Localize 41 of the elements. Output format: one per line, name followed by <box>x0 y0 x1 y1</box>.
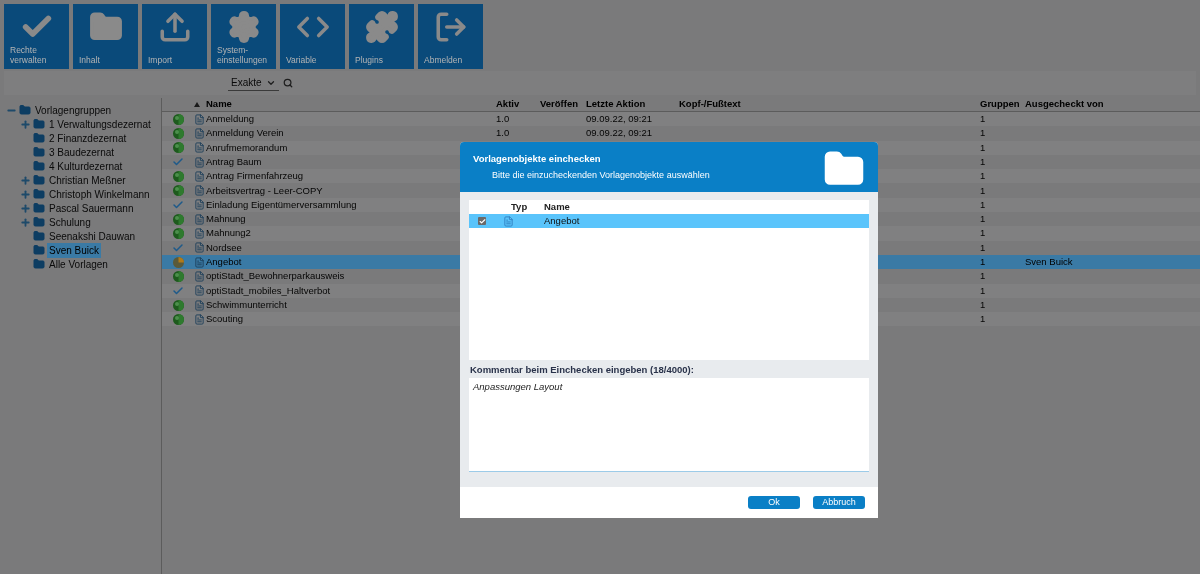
table-cell: 1 <box>980 113 986 124</box>
column-header: Name <box>544 199 570 214</box>
table-cell: Scouting <box>206 313 243 325</box>
table-cell: 1 <box>980 170 986 182</box>
table-cell: 1 <box>980 241 986 253</box>
table-cell: optiStadt_mobiles_Haltverbot <box>206 284 331 296</box>
table-cell: 1 <box>980 270 986 282</box>
table-cell: Anmeldung Verein <box>206 127 284 139</box>
table-cell: 1 <box>980 284 986 296</box>
table-cell: 09.09.22, 09:21 <box>586 127 653 139</box>
table-cell: 1 <box>980 213 986 225</box>
table-cell: Nordsee <box>206 241 242 253</box>
table-cell: 1 <box>980 227 986 239</box>
table-cell: 1 <box>980 184 986 196</box>
table-cell: Angebot <box>206 256 242 267</box>
table-cell: 1.0 <box>496 113 510 124</box>
comment-label: Kommentar beim Einchecken eingeben (18/4000): <box>470 363 695 377</box>
table-cell: Einladung Eigentümerversammlung <box>206 198 357 210</box>
table-cell: 09.09.22, 09:21 <box>586 113 653 124</box>
table-cell: 1 <box>980 155 986 167</box>
table-cell: Antrag Firmenfahrzeug <box>206 170 304 182</box>
table-cell: optiStadt_Bewohnerparkausweis <box>206 270 345 282</box>
table-cell: Antrag Baum <box>206 155 262 167</box>
table-cell: Mahnung <box>206 213 246 225</box>
table-cell-text: Sven Buick <box>1025 255 1073 269</box>
table-cell: Schwimmunterricht <box>206 298 287 310</box>
table-cell: 1 <box>980 127 986 139</box>
table-cell: Mahnung2 <box>206 227 251 239</box>
table-cell: Anrufmemorandum <box>206 141 288 153</box>
table-cell: 1 <box>980 198 986 210</box>
table-cell: Arbeitsvertrag - Leer-COPY <box>206 184 323 196</box>
column-header: Typ <box>511 199 529 214</box>
table-cell: 1 <box>980 298 986 310</box>
table-cell: Anmeldung <box>206 113 255 124</box>
table-cell: 1 <box>980 256 986 267</box>
table-cell: 1 <box>980 141 986 153</box>
table-cell: 1 <box>980 313 986 325</box>
table-cell: 1.0 <box>496 127 510 139</box>
dialog-subtitle: Bitte die einzucheckenden Vorlagenobjekte auswählen <box>491 169 710 183</box>
dialog-title: Vorlagenobjekte einchecken <box>473 152 602 166</box>
table-cell-text: Angebot <box>544 213 580 228</box>
